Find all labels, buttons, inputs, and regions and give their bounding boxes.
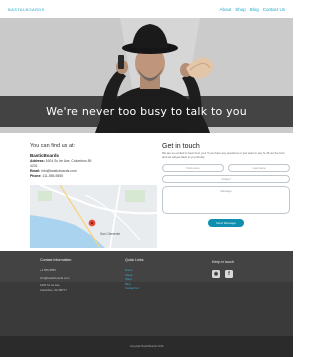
map-place-label: San Clemente — [100, 232, 120, 236]
footer-phone: +1 555-5555 — [40, 268, 56, 272]
message-field[interactable]: Message — [162, 186, 290, 215]
nav-shop[interactable]: Shop — [235, 7, 246, 12]
subject-field[interactable]: Subject — [162, 175, 290, 184]
contact-section: You can find us at: BasticBoards Address… — [0, 133, 293, 251]
social-icons: ◉ f — [212, 270, 234, 278]
footer-links-column: Quick Links Home About Shop Blog Contact… — [125, 258, 144, 291]
first-name-field[interactable]: First name — [162, 164, 224, 173]
location-heading: You can find us at: — [30, 143, 76, 149]
form-heading: Get in touch — [162, 143, 200, 150]
contact-form: Get in touch We are so excited to hear f… — [162, 143, 290, 228]
email-label: Email: — [30, 169, 41, 173]
phone-label: Phone: — [30, 174, 42, 178]
facebook-icon[interactable]: f — [225, 270, 233, 278]
nav-about[interactable]: About — [219, 7, 231, 12]
location-map[interactable]: San Clemente — [30, 185, 157, 248]
site-logo[interactable]: BASTALBOARDS — [8, 7, 45, 12]
footer-social-heading: Keep in touch — [212, 260, 234, 264]
last-name-field[interactable]: Last name — [228, 164, 290, 173]
business-name: BasticBoards — [30, 153, 60, 158]
map-graphic: San Clemente — [30, 185, 157, 248]
footer-address-2: Columbus, OH 89777 — [40, 287, 67, 292]
footer-link-contact[interactable]: Contact Us — [125, 286, 144, 291]
subject-row: Subject — [162, 175, 290, 184]
footer-social-column: Keep in touch ◉ f — [212, 260, 234, 278]
phone-line: Phone: 111-555-5555 — [30, 174, 155, 179]
address-value: 1604 Sc Ire Ave, Columbus 89 — [45, 159, 92, 163]
copyright-text: Copyright BasticBoards 2019 — [129, 345, 164, 348]
phone-value[interactable]: 111-555-5555 — [42, 174, 63, 178]
hero-banner: We're never too busy to talk to you — [0, 18, 293, 133]
footer-links-heading: Quick Links — [125, 258, 144, 262]
form-intro: We are so excited to hear from you! If y… — [162, 151, 285, 159]
instagram-icon[interactable]: ◉ — [212, 270, 220, 278]
page: BASTALBOARDS About Shop Blog Contact Us — [0, 0, 293, 357]
email-value[interactable]: info@basticboards.com — [41, 169, 76, 173]
location-info: You can find us at: BasticBoards Address… — [30, 143, 155, 179]
nav-blog[interactable]: Blog — [250, 7, 259, 12]
site-header: BASTALBOARDS About Shop Blog Contact Us — [0, 0, 293, 18]
nav-contact[interactable]: Contact Us — [263, 7, 285, 12]
footer-contact-heading: Contact Information — [40, 258, 72, 262]
name-row: First name Last name — [162, 164, 290, 173]
footer-contact-column: Contact Information +1 555-5555 info@bas… — [40, 258, 71, 292]
address-label: Address: — [30, 159, 45, 163]
copyright-bar: Copyright BasticBoards 2019 — [0, 336, 293, 357]
footer-email[interactable]: info@basticboards.com — [40, 276, 71, 281]
site-footer: Contact Information +1 555-5555 info@bas… — [0, 258, 293, 336]
submit-button[interactable]: Send Message — [208, 219, 244, 228]
message-row: Message — [162, 186, 290, 215]
main-nav: About Shop Blog Contact Us — [219, 7, 285, 12]
hero-caption-band: We're never too busy to talk to you — [0, 96, 293, 127]
hero-title: We're never too busy to talk to you — [46, 105, 247, 118]
